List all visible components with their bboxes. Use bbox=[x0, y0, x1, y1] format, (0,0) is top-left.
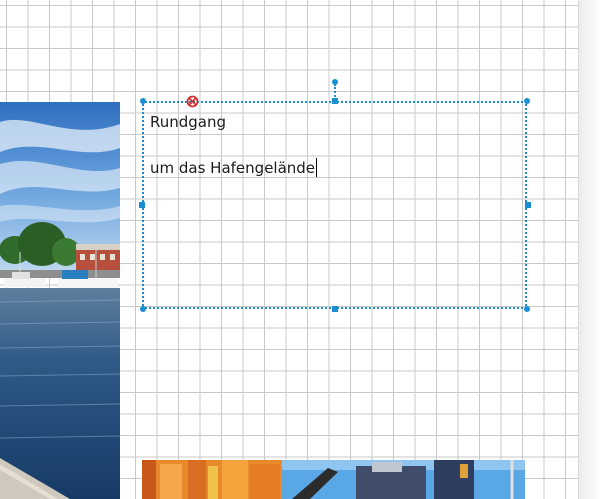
anchor-crosshair-icon[interactable] bbox=[186, 95, 199, 108]
resize-handle-bottom[interactable] bbox=[332, 306, 338, 312]
resize-handle-left[interactable] bbox=[139, 202, 145, 208]
rotate-handle-icon[interactable] bbox=[332, 79, 338, 85]
text-frame[interactable]: Rundgang um das Hafengelände bbox=[142, 101, 527, 309]
resize-handle-top-left[interactable] bbox=[140, 98, 146, 104]
boat-photo[interactable] bbox=[142, 460, 525, 499]
harbor-photo[interactable] bbox=[0, 102, 120, 499]
text-line-2: um das Hafengelände bbox=[150, 159, 316, 177]
resize-handle-top-right[interactable] bbox=[524, 98, 530, 104]
resize-handle-bottom-left[interactable] bbox=[140, 306, 146, 312]
resize-handle-right[interactable] bbox=[525, 202, 531, 208]
page-edge-shadow bbox=[578, 0, 600, 499]
text-frame-content[interactable]: Rundgang um das Hafengelände bbox=[150, 111, 318, 179]
rotate-handle-stem bbox=[334, 84, 336, 100]
text-cursor bbox=[316, 158, 318, 177]
text-line-1: Rundgang bbox=[150, 113, 227, 131]
resize-handle-bottom-right[interactable] bbox=[524, 306, 530, 312]
